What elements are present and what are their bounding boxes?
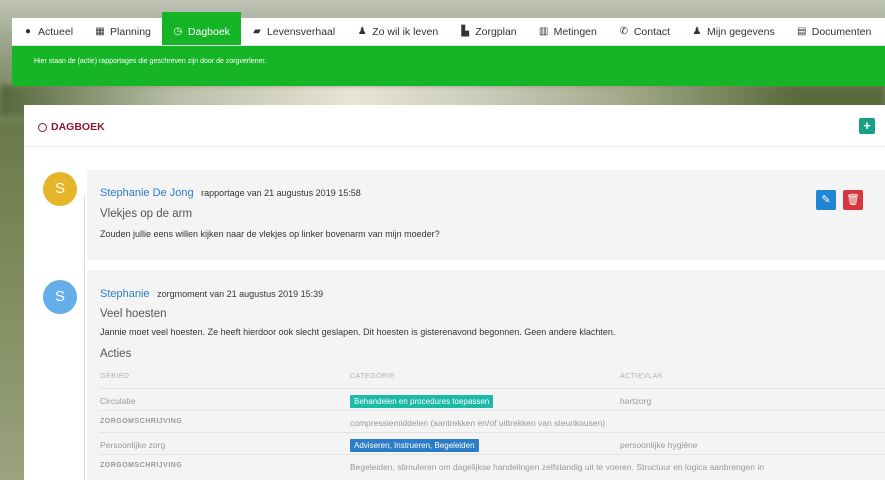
document-icon: ▤ bbox=[797, 26, 807, 37]
avatar: S bbox=[43, 280, 77, 314]
timeline-line bbox=[84, 195, 85, 480]
author-name[interactable]: Stephanie De Jong bbox=[100, 187, 194, 199]
categorie-tag: Behandelen en procedures toepassen bbox=[350, 395, 494, 408]
tab-label: Actueel bbox=[38, 25, 74, 38]
gebied-cell: Persoonlijke zorg bbox=[100, 440, 166, 450]
tab-dagboek[interactable]: ◷ Dagboek bbox=[161, 12, 241, 45]
actievlak-cell: hartzorg bbox=[620, 396, 652, 406]
info-bar: Hier staan de (actie) rapportages die ge… bbox=[12, 46, 885, 86]
edit-button[interactable]: ✎ bbox=[816, 190, 836, 210]
tab-mijn-gegevens[interactable]: ♟ Mijn gegevens bbox=[681, 18, 786, 45]
delete-button[interactable]: 🗑 bbox=[843, 190, 863, 210]
book-icon: ▰ bbox=[253, 26, 261, 37]
calendar-icon: ▦ bbox=[95, 26, 105, 37]
tab-label: Dagboek bbox=[187, 25, 230, 38]
zorgomschrijving-label: ZORGOMSCHRIJVING bbox=[100, 418, 183, 425]
table-row: ZORGOMSCHRIJVING Begeleiden, stimuleren … bbox=[100, 454, 885, 476]
file-icon: ▙ bbox=[461, 26, 470, 37]
categorie-cell: Behandelen en procedures toepassen bbox=[350, 395, 494, 408]
gebied-cell: Circulatie bbox=[100, 396, 136, 406]
tab-levensverhaal[interactable]: ▰ Levensverhaal bbox=[241, 18, 346, 45]
column-header-actievlak: ACTIEVLAK bbox=[620, 373, 664, 380]
table-row: Persoonlijke zorg Adviseren, Instrueren,… bbox=[100, 432, 885, 454]
entry-body: Jannie moet veel hoesten. Ze heeft hierd… bbox=[100, 327, 616, 337]
entry-header: Stephanie De Jong rapportage van 21 augu… bbox=[100, 187, 361, 199]
tab-planning[interactable]: ▦ Planning bbox=[84, 18, 162, 45]
table-row: ZORGOMSCHRIJVING compressiemiddelen (aan… bbox=[100, 410, 885, 432]
chart-icon: ▥ bbox=[538, 26, 549, 37]
entry-title: Vlekjes op de arm bbox=[100, 208, 193, 220]
entry-subtitle: rapportage van 21 augustus 2019 15:58 bbox=[201, 188, 361, 198]
tab-documenten[interactable]: ▤ Documenten bbox=[786, 18, 883, 45]
page-title: DAGBOEK bbox=[38, 121, 105, 133]
zorgomschrijving-text: compressiemiddelen (aantrekken en/of uit… bbox=[350, 418, 606, 428]
tab-zorgplan[interactable]: ▙ Zorgplan bbox=[449, 18, 527, 45]
tab-label: Documenten bbox=[811, 25, 872, 38]
column-header-gebied: GEBIED bbox=[100, 373, 130, 380]
clock-icon: ◷ bbox=[173, 26, 183, 37]
dagboek-panel: DAGBOEK + S Stephanie De Jong rapportage… bbox=[24, 105, 885, 480]
author-name[interactable]: Stephanie bbox=[100, 288, 150, 300]
dashboard-icon: ● bbox=[24, 26, 32, 37]
tab-label: Zo wil ik leven bbox=[372, 25, 439, 38]
table-row: Circulatie Behandelen en procedures toep… bbox=[100, 388, 885, 410]
tab-actueel[interactable]: ● Actueel bbox=[12, 18, 84, 45]
tab-label: Zorgplan bbox=[475, 25, 517, 38]
tab-contact[interactable]: ✆ Contact bbox=[608, 18, 681, 45]
zorgomschrijving-text: Begeleiden, stimuleren om dagelijkse han… bbox=[350, 462, 764, 472]
tab-label: Contact bbox=[633, 25, 671, 38]
diary-entry: Stephanie De Jong rapportage van 21 augu… bbox=[87, 170, 885, 260]
panel-header: DAGBOEK + bbox=[24, 105, 885, 147]
tab-metingen[interactable]: ▥ Metingen bbox=[528, 18, 608, 45]
categorie-tag: Adviseren, Instrueren, Begeleiden bbox=[350, 439, 479, 452]
tab-zo-wil-ik-leven[interactable]: ♟ Zo wil ik leven bbox=[346, 18, 449, 45]
entry-header: Stephanie zorgmoment van 21 augustus 201… bbox=[100, 288, 323, 300]
entry-subtitle: zorgmoment van 21 augustus 2019 15:39 bbox=[157, 289, 324, 299]
page-title-text: DAGBOEK bbox=[51, 121, 105, 133]
tab-label: Metingen bbox=[553, 25, 597, 38]
entry-body: Zouden jullie eens willen kijken naar de… bbox=[100, 229, 440, 239]
acties-heading: Acties bbox=[100, 348, 132, 360]
table-header-row: GEBIED CATEGORIE ACTIEVLAK bbox=[100, 366, 885, 388]
zorgomschrijving-label: ZORGOMSCHRIJVING bbox=[100, 462, 183, 469]
categorie-cell: Adviseren, Instrueren, Begeleiden bbox=[350, 439, 479, 452]
clock-icon bbox=[38, 122, 47, 132]
tab-label: Levensverhaal bbox=[266, 25, 336, 38]
add-entry-button[interactable]: + bbox=[859, 118, 875, 134]
avatar: S bbox=[43, 172, 77, 206]
phone-icon: ✆ bbox=[619, 26, 629, 37]
user-icon: ♟ bbox=[357, 26, 367, 37]
user-icon: ♟ bbox=[692, 26, 702, 37]
column-header-categorie: CATEGORIE bbox=[350, 373, 396, 380]
actievlak-cell: persoonlijke hygiëne bbox=[620, 440, 698, 450]
diary-entry: Stephanie zorgmoment van 21 augustus 201… bbox=[87, 270, 885, 480]
tab-label: Mijn gegevens bbox=[707, 25, 775, 38]
tab-label: Planning bbox=[110, 25, 151, 38]
main-navigation: ● Actueel ▦ Planning ◷ Dagboek ▰ Levensverha… bbox=[12, 12, 885, 46]
info-text: Hier staan de (actie) rapportages die ge… bbox=[34, 58, 267, 65]
entry-title: Veel hoesten bbox=[100, 308, 167, 320]
